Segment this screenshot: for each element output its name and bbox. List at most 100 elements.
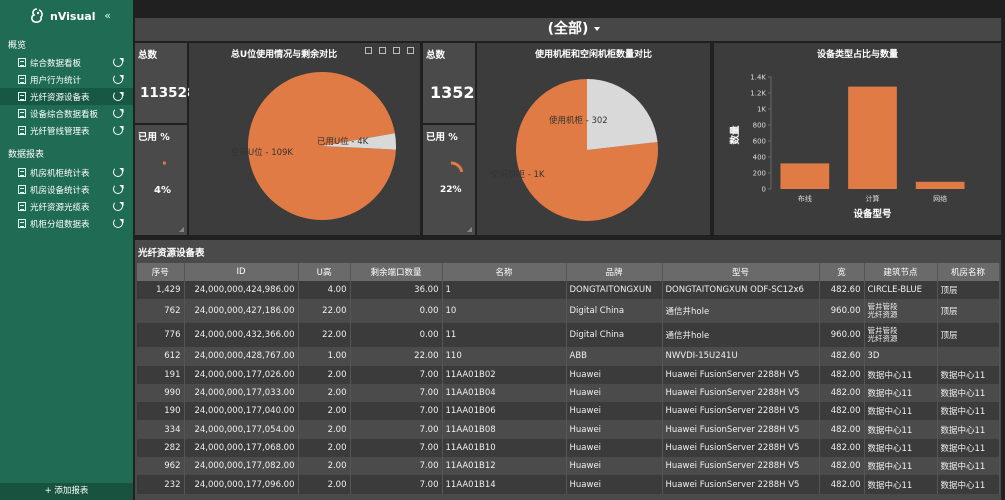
refresh-icon[interactable] [113,57,123,67]
table-cell: 数据中心11 [937,457,1000,476]
nvisual-logo-icon [31,8,43,23]
refresh-icon[interactable] [113,218,123,228]
table-cell: Huawei FusionServer 2288H V5 [662,365,820,384]
table-row[interactable]: 776 24,000,000,432,366.00 22.00 0.00 11 Digit… [137,323,1000,348]
pie-data-label: 已用U位 - 4K [317,136,369,147]
table-cell: 通信井hole [662,299,820,324]
y-tick-label: 600 [753,138,766,146]
device-type-bar-chart[interactable]: 0 200 400 600 800 1K 1.2K 1.4K 布线 计算 网络设备型号 数量 [714,43,1001,235]
u-usage-pie-chart[interactable]: 空闲U位 - 109K 已用U位 - 4K [189,43,420,235]
table-cell: 24,000,000,177,054.00 [184,420,299,439]
column-header[interactable]: ID [184,263,299,281]
collapse-sidebar-icon[interactable]: « [104,9,111,22]
report-doc-icon [18,126,26,135]
cabinet-usage-pie-panel: 使用机柜和空闲机柜数量对比 空闲机柜 - 1K 使用机柜 - 302 [477,43,710,235]
refresh-icon[interactable] [113,184,123,194]
sidebar-item-report-1[interactable]: 机房设备统计表 [0,181,133,198]
section-overview: 概览 [8,41,27,51]
kpi-used-label: 已用 % [138,132,170,143]
table-body: 1,429 24,000,000,424,986.00 4.00 36.00 1 DONG… [137,281,1000,494]
bar[interactable] [848,86,897,189]
table-cell: 2.00 [298,383,351,403]
column-header[interactable]: 序号 [137,263,185,281]
pie-slice[interactable] [587,79,658,150]
table-row[interactable]: 612 24,000,000,428,767.00 1.00 22.00 110 ABB N… [137,347,1000,366]
column-header[interactable]: 机房名称 [937,263,1000,281]
table-cell: CIRCLE-BLUE [864,281,938,300]
column-header[interactable]: U高 [298,263,351,281]
column-header[interactable]: 型号 [662,263,820,281]
sidebar-item-report-0[interactable]: 机房机柜统计表 [0,164,133,181]
table-row[interactable]: 962 24,000,000,177,082.00 2.00 7.00 11AA01B1… [137,457,1000,476]
table-cell: 0.00 [350,299,443,324]
add-report-button[interactable]: + 添加报表 [0,483,133,500]
cabinet-usage-pie-chart[interactable]: 空闲机柜 - 1K 使用机柜 - 302 [477,43,710,235]
refresh-icon[interactable] [113,74,123,84]
table-cell: 管井管段 光纤资源 [864,323,938,348]
table-cell: 顶层 [937,281,1000,300]
table-cell: 482.00 [819,475,865,494]
sidebar-item-overview-1[interactable]: 用户行为统计 [0,71,133,88]
table-row[interactable]: 1,429 24,000,000,424,986.00 4.00 36.00 1 DONG… [137,281,1000,300]
table-row[interactable]: 990 24,000,000,177,033.00 2.00 7.00 11AA01B0… [137,383,1000,403]
sidebar-item-overview-4[interactable]: 光纤管线管理表 [0,122,133,139]
table-cell: Huawei [566,402,663,421]
table-row[interactable]: 190 24,000,000,177,040.00 2.00 7.00 11AA01B0… [137,402,1000,421]
bar[interactable] [915,181,965,189]
column-header[interactable]: 剩余端口数量 [350,263,443,281]
table-row[interactable]: 762 24,000,000,427,186.00 22.00 0.00 10 Digit… [137,299,1000,324]
brand: nVisual « [0,0,133,32]
refresh-icon[interactable] [113,125,123,135]
filter-title[interactable]: (全部) [548,21,589,37]
resize-handle-icon[interactable] [467,227,472,232]
table-cell: 334 [137,420,185,439]
report-doc-icon [18,168,26,177]
column-header[interactable]: 建筑节点 [864,263,938,281]
sidebar-item-report-3[interactable]: 机柜分组数据表 [0,215,133,232]
table-cell: 11AA01B14 [442,475,567,494]
column-header[interactable]: 名称 [442,263,567,281]
table-cell: 数据中心11 [864,420,938,439]
filter-bar[interactable]: (全部) [135,18,1001,41]
table-cell: 24,000,000,427,186.00 [184,299,299,324]
resize-handle-icon[interactable] [179,227,184,232]
table-cell: 24,000,000,428,767.00 [184,347,299,366]
sidebar-item-overview-2[interactable]: 光纤资源设备表 [0,88,133,105]
table-cell: 24,000,000,177,096.00 [184,475,299,494]
table-cell: Huawei FusionServer 2288H V5 [662,457,820,476]
table-row[interactable]: 191 24,000,000,177,026.00 2.00 7.00 11AA01B0… [137,365,1000,384]
sidebar-item-overview-3[interactable]: 设备综合数据看板 [0,105,133,122]
table-cell: DONGTAITONGXUN ODF-SC12x6 [662,281,820,300]
table-cell: 数据中心11 [864,475,938,494]
table-cell: 11AA01B02 [442,365,567,384]
column-header[interactable]: 宽 [819,263,865,281]
table-cell: 2.00 [298,402,351,421]
table-row[interactable]: 232 24,000,000,177,096.00 2.00 7.00 11AA01B1… [137,475,1000,494]
refresh-icon[interactable] [113,167,123,177]
sidebar-item-report-2[interactable]: 光纤资源光缆表 [0,198,133,215]
table-row[interactable]: 334 24,000,000,177,054.00 2.00 7.00 11AA01B0… [137,420,1000,439]
table-cell: 11AA01B08 [442,420,567,439]
x-axis-title: 设备型号 [853,208,892,220]
fiber-device-table-panel: 光纤资源设备表 序号 ID U高 剩余端口数量 名称 品牌 型号宽建筑节点 机房名称 1,42… [135,240,1001,500]
table-header: 序号 ID U高 剩余端口数量 名称 品牌 型号宽建筑节点 机房名称 [137,263,1000,281]
table-cell: 11AA01B10 [442,438,567,458]
sidebar-item-overview-0[interactable]: 综合数据看板 [0,54,133,71]
bar[interactable] [780,163,830,189]
table-cell: 612 [137,347,185,366]
table-cell: 3D [864,347,938,366]
report-doc-icon [18,75,26,84]
x-tick-label: 计算 [866,194,880,203]
column-header[interactable]: 品牌 [566,263,663,281]
table-cell: 7.00 [350,457,443,476]
table-row[interactable]: 282 24,000,000,177,068.00 2.00 7.00 11AA01B1… [137,438,1000,458]
y-tick-label: 400 [753,154,766,162]
refresh-icon[interactable] [113,108,123,118]
table-cell: 482.00 [819,438,865,458]
table-cell: 232 [137,475,185,494]
refresh-icon[interactable] [113,91,123,101]
kpi-total-value: 113528 [140,85,197,101]
chevron-down-icon[interactable] [594,27,600,31]
refresh-icon[interactable] [113,201,123,211]
y-tick-label: 800 [753,122,766,130]
